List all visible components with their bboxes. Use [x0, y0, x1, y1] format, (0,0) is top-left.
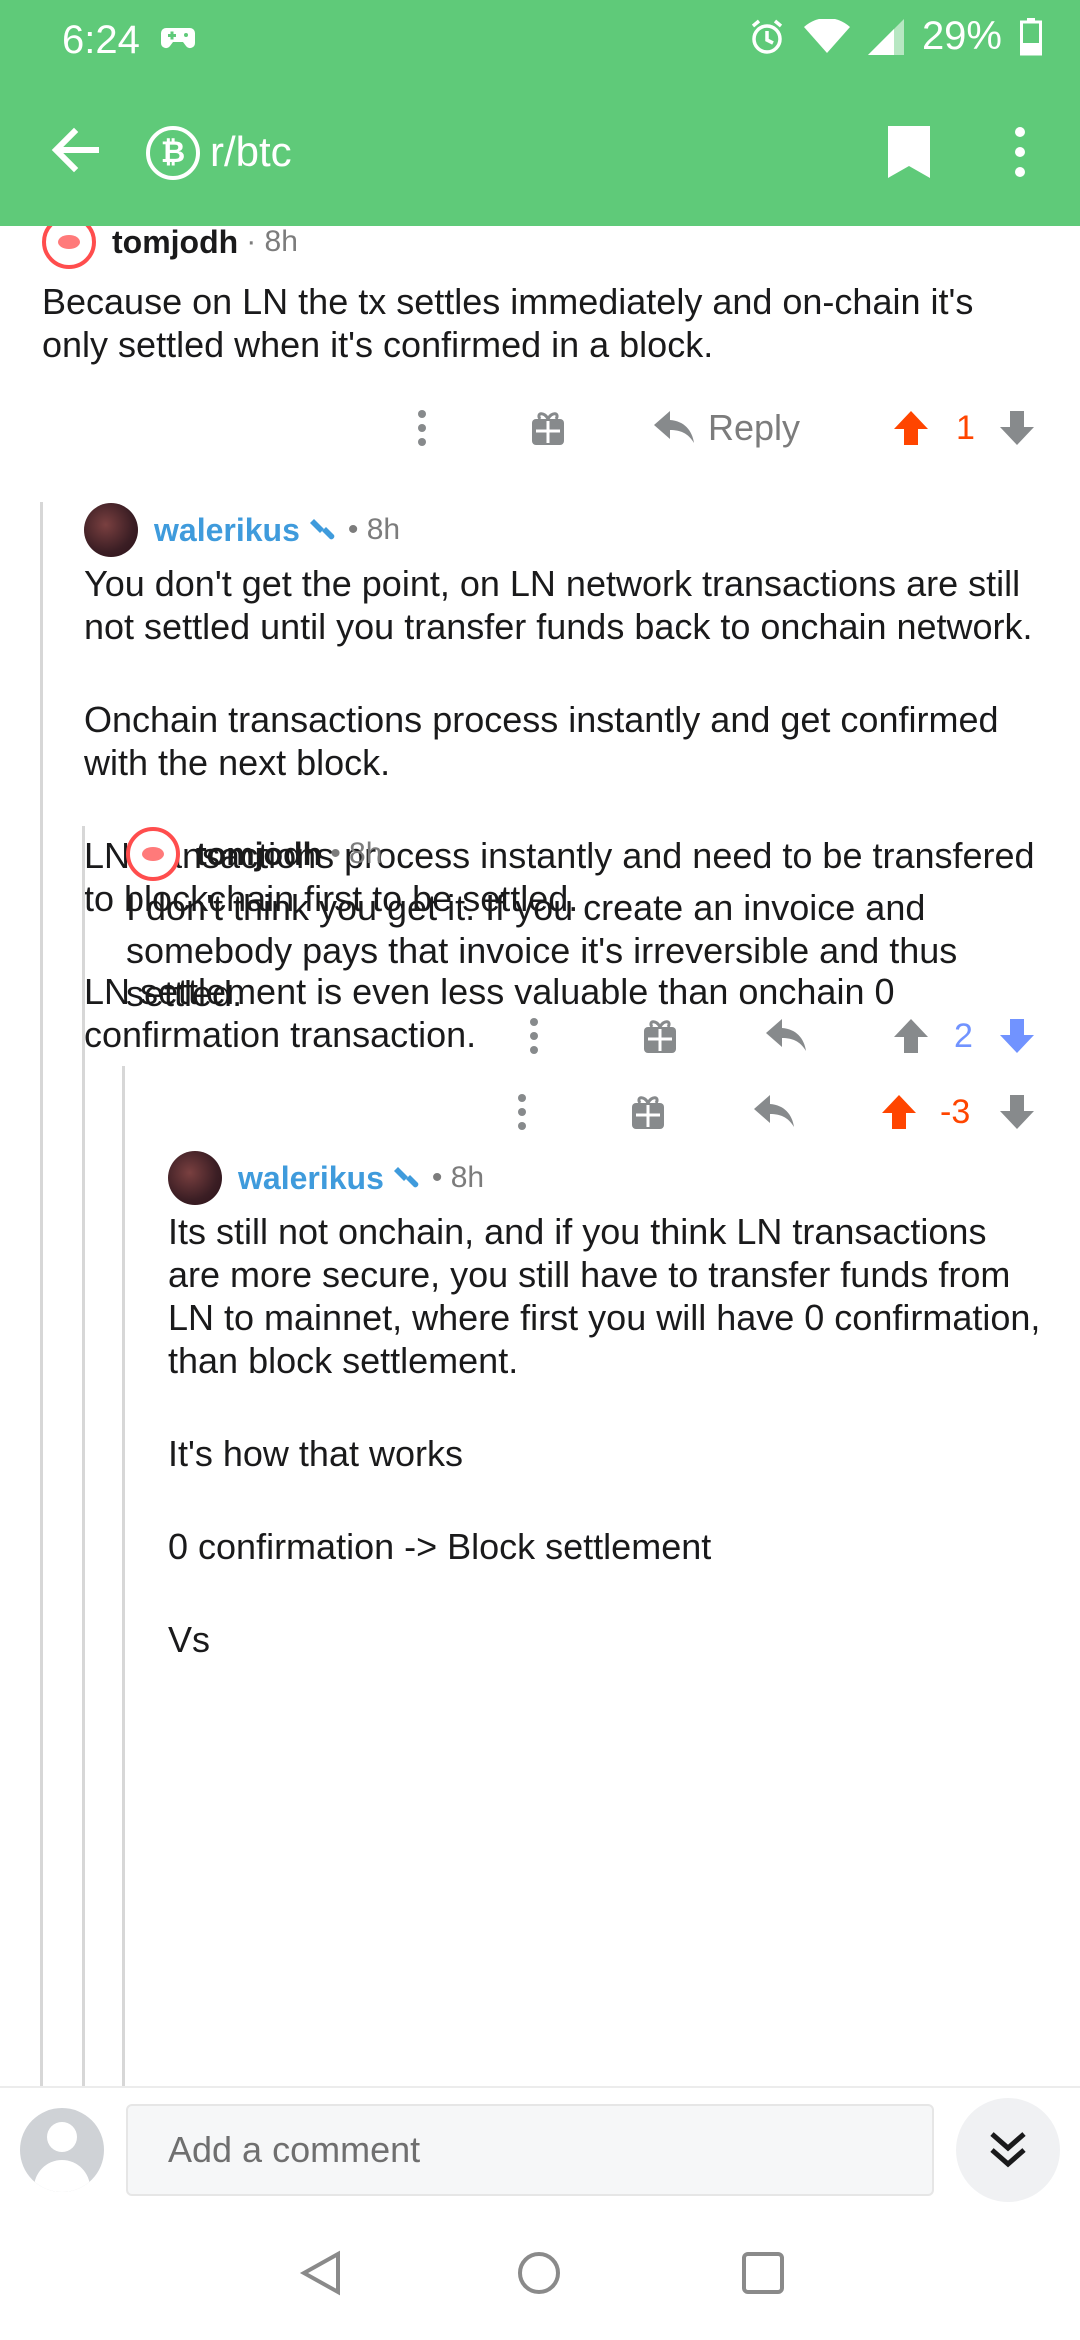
username[interactable]: tomjodh: [196, 836, 322, 873]
gift-award-icon[interactable]: [630, 1082, 666, 1142]
subreddit-icon: ₿: [146, 126, 200, 180]
nav-back-icon[interactable]: [298, 2250, 344, 2296]
upvote-icon[interactable]: [880, 1082, 918, 1142]
system-nav-bar: [0, 2206, 1080, 2340]
nav-recents-icon[interactable]: [740, 2250, 786, 2296]
more-options-icon[interactable]: [1010, 124, 1030, 180]
app-header: 6:24 29% ₿ r/btc: [0, 0, 1080, 226]
wifi-icon: [803, 18, 850, 53]
back-arrow-icon[interactable]: [44, 118, 108, 182]
comment-composer: [0, 2086, 1080, 2208]
avatar[interactable]: [168, 1151, 222, 1205]
comment-body: Its still not onchain, and if you think …: [168, 1211, 1041, 1660]
reply-icon[interactable]: [754, 1082, 794, 1142]
reply-icon: [654, 411, 694, 443]
comment: tomjodh • 8h I don't think you get it. I…: [0, 824, 1080, 1144]
downvote-icon[interactable]: [998, 1082, 1036, 1142]
gift-award-icon[interactable]: [530, 398, 566, 458]
game-controller-icon: [161, 28, 195, 48]
username[interactable]: tomjodh: [112, 226, 238, 261]
cell-signal-icon: [867, 18, 904, 55]
subreddit-name[interactable]: r/btc: [210, 128, 292, 176]
comment-list: tomjodh · 8h Because on LN the tx settle…: [0, 226, 1080, 2086]
more-options-icon[interactable]: [412, 398, 432, 458]
comment-time: • 8h: [347, 513, 401, 546]
comment: tomjodh · 8h Because on LN the tx settle…: [0, 226, 1080, 476]
username[interactable]: walerikus: [238, 1160, 384, 1197]
status-indicators: 29%: [748, 14, 1042, 59]
comment-time: • 8h: [431, 1161, 485, 1194]
comment-time: · 8h: [246, 226, 298, 258]
status-time: 6:24: [62, 18, 140, 62]
more-options-icon[interactable]: [512, 1082, 532, 1142]
double-chevron-down-icon: [990, 2132, 1026, 2168]
next-comment-button[interactable]: [956, 2098, 1060, 2202]
alarm-icon: [751, 19, 783, 54]
bookmark-icon[interactable]: [886, 124, 932, 180]
comment-time: • 8h: [330, 837, 383, 870]
moderator-icon: [309, 519, 335, 540]
user-avatar-icon[interactable]: [20, 2108, 104, 2192]
avatar[interactable]: [126, 827, 180, 881]
username[interactable]: walerikus: [154, 512, 300, 549]
comment-body: I don't think you get it. If you create …: [126, 887, 958, 1014]
comment-body: Because on LN the tx settles immediately…: [42, 281, 974, 365]
avatar[interactable]: [84, 503, 138, 557]
upvote-icon[interactable]: [892, 398, 930, 458]
moderator-icon: [393, 1167, 419, 1188]
battery-icon: [1020, 17, 1042, 55]
score: -3: [940, 1092, 971, 1131]
avatar[interactable]: [42, 226, 96, 269]
downvote-icon[interactable]: [998, 398, 1036, 458]
nav-home-icon[interactable]: [516, 2250, 562, 2296]
reply-label: Reply: [708, 407, 801, 448]
comment: walerikus • 8h Its still not onchain, an…: [0, 1148, 1080, 2086]
add-comment-input[interactable]: [126, 2104, 934, 2196]
score: 1: [956, 408, 975, 447]
battery-percent: 29%: [921, 14, 1002, 58]
reply-button[interactable]: Reply: [654, 398, 800, 458]
